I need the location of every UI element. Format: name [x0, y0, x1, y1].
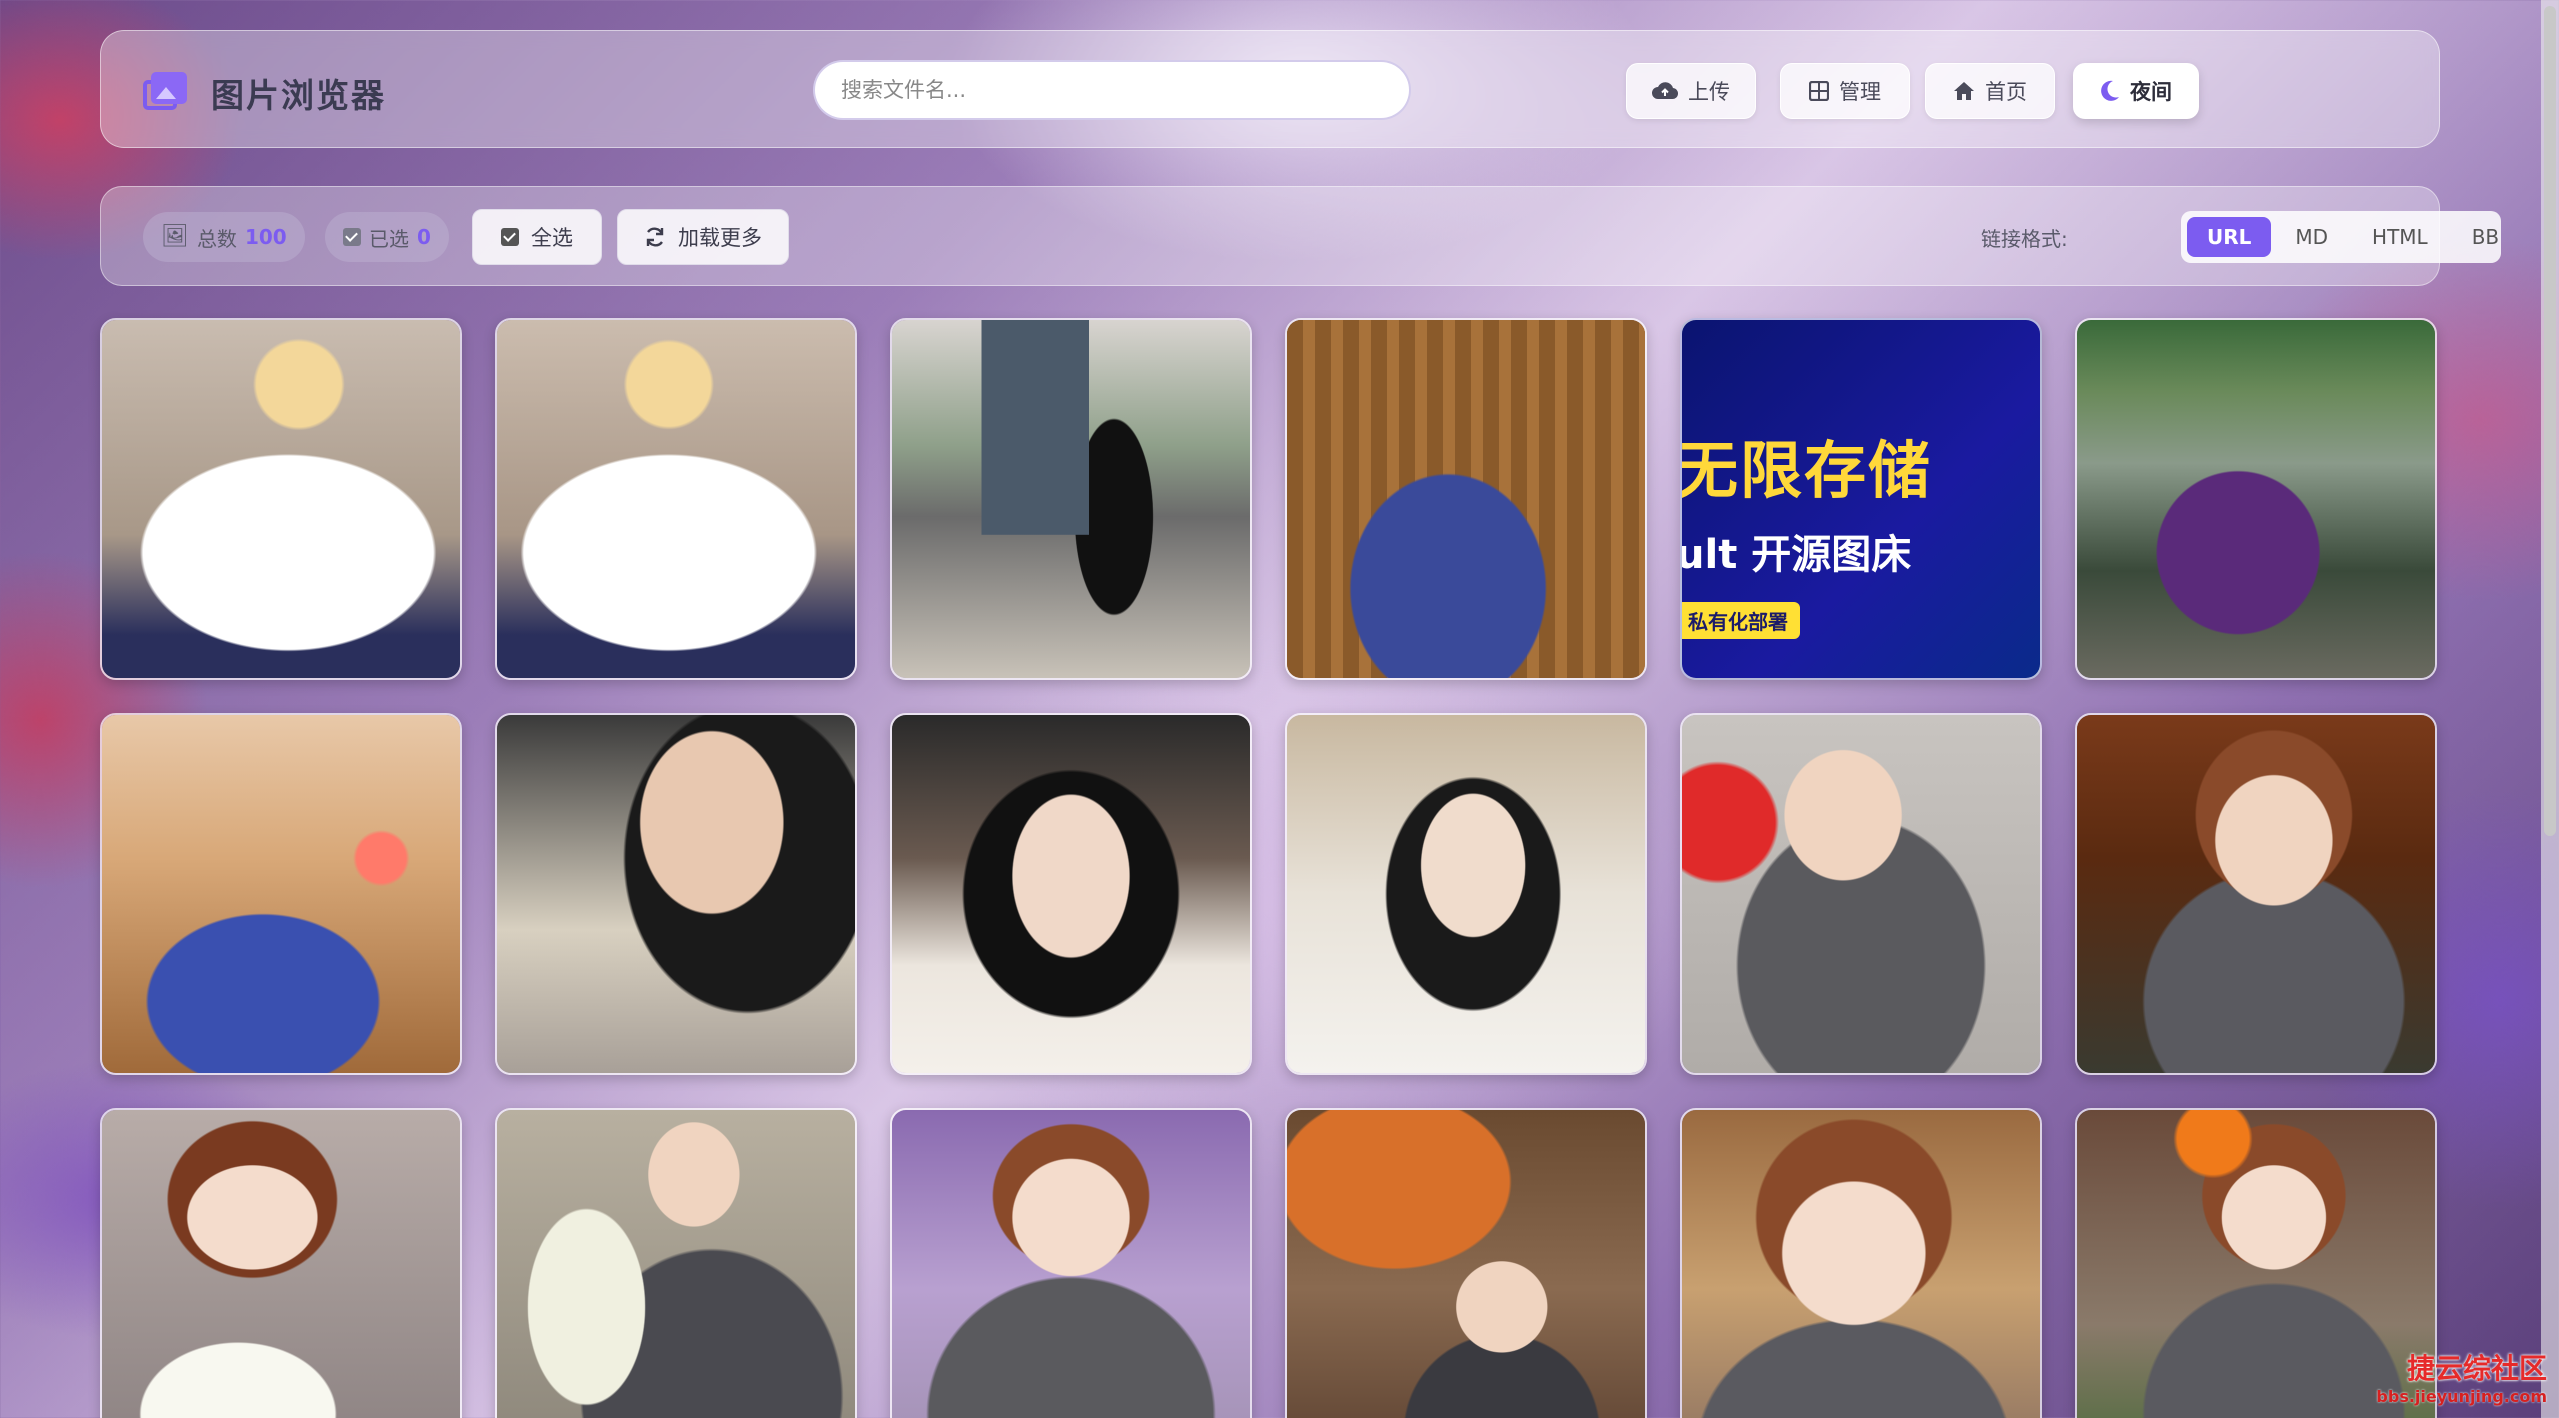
image-card[interactable] — [890, 1108, 1252, 1418]
image-grid: 无限存储 ult 开源图床 私有化部署 — [100, 318, 2437, 1418]
grid-icon — [1809, 81, 1829, 101]
promo-title: 无限存储 — [1680, 434, 1933, 507]
images-icon — [143, 72, 189, 114]
load-more-button[interactable]: 加载更多 — [617, 209, 789, 265]
watermark-text: 捷云综社区 — [2406, 1352, 2547, 1385]
photo-thumbnail — [497, 320, 855, 678]
total-label: 总数 — [196, 226, 237, 251]
format-html-button[interactable]: HTML — [2352, 217, 2448, 257]
link-format-selector: URL MD HTML BB — [2181, 211, 2501, 263]
photo-thumbnail — [892, 320, 1250, 678]
image-card[interactable] — [1285, 713, 1647, 1075]
image-card[interactable] — [1680, 713, 2042, 1075]
selected-count: 0 — [417, 225, 431, 249]
moon-icon — [2101, 80, 2119, 101]
night-label: 夜间 — [2130, 80, 2172, 104]
toolbar: 🖼 总数 100 已选 0 全选 加载更多 链接格式: URL MD HTML … — [100, 186, 2501, 286]
cloud-upload-icon — [1652, 82, 1678, 100]
watermark-url: bbs.jieyunjing.com — [2376, 1387, 2547, 1406]
home-icon — [1954, 82, 1974, 100]
photo-thumbnail — [892, 715, 1250, 1073]
home-label: 首页 — [1985, 80, 2027, 104]
total-count-badge: 🖼 总数 100 — [143, 212, 305, 262]
image-card[interactable] — [1285, 1108, 1647, 1418]
format-bb-button[interactable]: BB — [2452, 217, 2519, 257]
promo-badge: 私有化部署 — [1682, 602, 1800, 639]
photo-thumbnail — [1682, 1110, 2040, 1418]
search-input[interactable] — [813, 60, 1411, 120]
upload-label: 上传 — [1688, 80, 1730, 104]
image-card[interactable] — [495, 713, 857, 1075]
manage-button[interactable]: 管理 — [1780, 63, 1910, 119]
image-card[interactable] — [890, 713, 1252, 1075]
load-more-label: 加载更多 — [678, 226, 762, 250]
format-md-button[interactable]: MD — [2275, 217, 2348, 257]
image-card[interactable] — [100, 713, 462, 1075]
image-card[interactable] — [2075, 318, 2437, 680]
photo-thumbnail — [497, 1110, 855, 1418]
site-watermark: 捷云综社区 bbs.jieyunjing.com — [2376, 1347, 2547, 1406]
manage-label: 管理 — [1839, 80, 1881, 104]
checkbox-icon — [501, 228, 519, 246]
promo-subtitle: ult 开源图床 — [1680, 532, 1912, 578]
image-card[interactable] — [2075, 713, 2437, 1075]
image-card[interactable] — [495, 318, 857, 680]
photo-thumbnail — [102, 1110, 460, 1418]
image-card[interactable] — [100, 1108, 462, 1418]
link-format-label: 链接格式: — [1981, 227, 2068, 251]
scrollbar-thumb[interactable] — [2544, 6, 2556, 836]
photo-thumbnail — [102, 320, 460, 678]
photo-thumbnail — [892, 1110, 1250, 1418]
app-header: 图片浏览器 上传 管理 首页 夜间 — [100, 30, 2440, 148]
selected-label: 已选 — [369, 226, 409, 251]
photo-thumbnail — [1682, 715, 2040, 1073]
photo-thumbnail — [2077, 320, 2435, 678]
page-scrollbar[interactable] — [2541, 0, 2559, 1418]
image-card[interactable]: 无限存储 ult 开源图床 私有化部署 — [1680, 318, 2042, 680]
select-all-label: 全选 — [531, 226, 573, 250]
image-card[interactable] — [495, 1108, 857, 1418]
selected-count-badge: 已选 0 — [325, 212, 449, 262]
night-mode-button[interactable]: 夜间 — [2073, 63, 2199, 119]
total-count: 100 — [244, 225, 287, 249]
image-card[interactable] — [1680, 1108, 2042, 1418]
select-all-button[interactable]: 全选 — [472, 209, 602, 265]
app-title: 图片浏览器 — [211, 76, 386, 115]
photo-thumbnail — [2077, 715, 2435, 1073]
photo-thumbnail — [497, 715, 855, 1073]
image-card[interactable] — [890, 318, 1252, 680]
photo-thumbnail — [1287, 320, 1645, 678]
image-icon: 🖼 — [161, 224, 189, 249]
app-logo: 图片浏览器 — [143, 69, 386, 117]
upload-button[interactable]: 上传 — [1626, 63, 1756, 119]
refresh-icon — [646, 227, 664, 247]
image-card[interactable] — [1285, 318, 1647, 680]
home-button[interactable]: 首页 — [1925, 63, 2055, 119]
photo-thumbnail — [1287, 715, 1645, 1073]
photo-thumbnail — [102, 715, 460, 1073]
format-url-button[interactable]: URL — [2187, 217, 2272, 257]
checkbox-icon — [343, 228, 361, 246]
photo-thumbnail — [1287, 1110, 1645, 1418]
image-card[interactable] — [100, 318, 462, 680]
